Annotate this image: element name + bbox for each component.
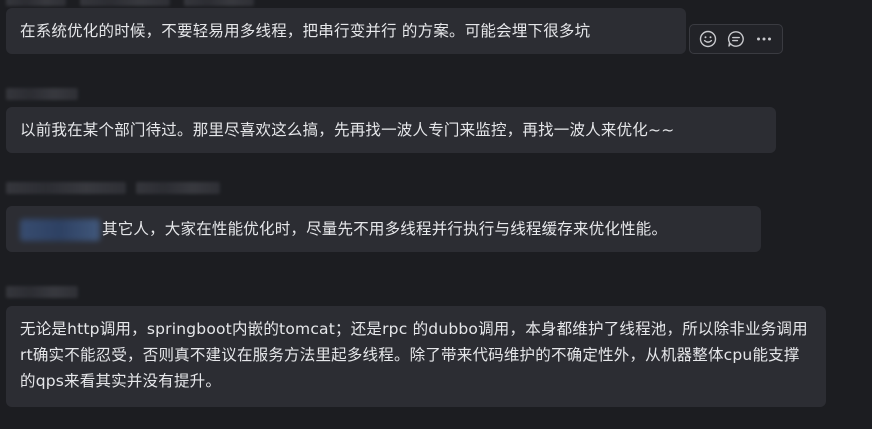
more-icon[interactable] <box>752 27 776 51</box>
message-bubble[interactable]: 以前我在某个部门待过。那里尽喜欢这么搞，先再找一波人专门来监控，再找一波人来优化… <box>6 107 776 153</box>
blurred-name <box>6 182 126 194</box>
message-bubble[interactable]: 在系统优化的时候，不要轻易用多线程，把串行变并行 的方案。可能会埋下很多坑 <box>6 8 686 54</box>
chat-thread: 在系统优化的时候，不要轻易用多线程，把串行变并行 的方案。可能会埋下很多坑 以前… <box>0 0 872 429</box>
message-bubble[interactable]: 无论是http调用，springboot内嵌的tomcat；还是rpc 的dub… <box>6 306 826 407</box>
sender-name <box>6 88 78 100</box>
blurred-name <box>136 182 220 194</box>
blurred-name <box>6 286 78 298</box>
sender-name <box>6 182 220 194</box>
blurred-name <box>6 0 66 6</box>
comment-icon[interactable] <box>724 27 748 51</box>
smiley-icon[interactable] <box>696 27 720 51</box>
message-text: 其它人，大家在性能优化时，尽量先不用多线程并行执行与线程缓存来优化性能。 <box>102 220 668 238</box>
message-text: 在系统优化的时候，不要轻易用多线程，把串行变并行 的方案。可能会埋下很多坑 <box>20 22 591 40</box>
blurred-name <box>80 0 170 6</box>
previous-sender-row <box>6 0 254 6</box>
blurred-name <box>6 88 78 100</box>
mention-tag[interactable] <box>20 218 100 241</box>
blurred-name <box>184 0 254 6</box>
message-text: 以前我在某个部门待过。那里尽喜欢这么搞，先再找一波人专门来监控，再找一波人来优化… <box>20 121 675 139</box>
sender-name <box>6 286 78 298</box>
message-actions <box>689 24 783 54</box>
message-text: 无论是http调用，springboot内嵌的tomcat；还是rpc 的dub… <box>20 320 808 390</box>
message-bubble[interactable]: 其它人，大家在性能优化时，尽量先不用多线程并行执行与线程缓存来优化性能。 <box>6 206 761 252</box>
